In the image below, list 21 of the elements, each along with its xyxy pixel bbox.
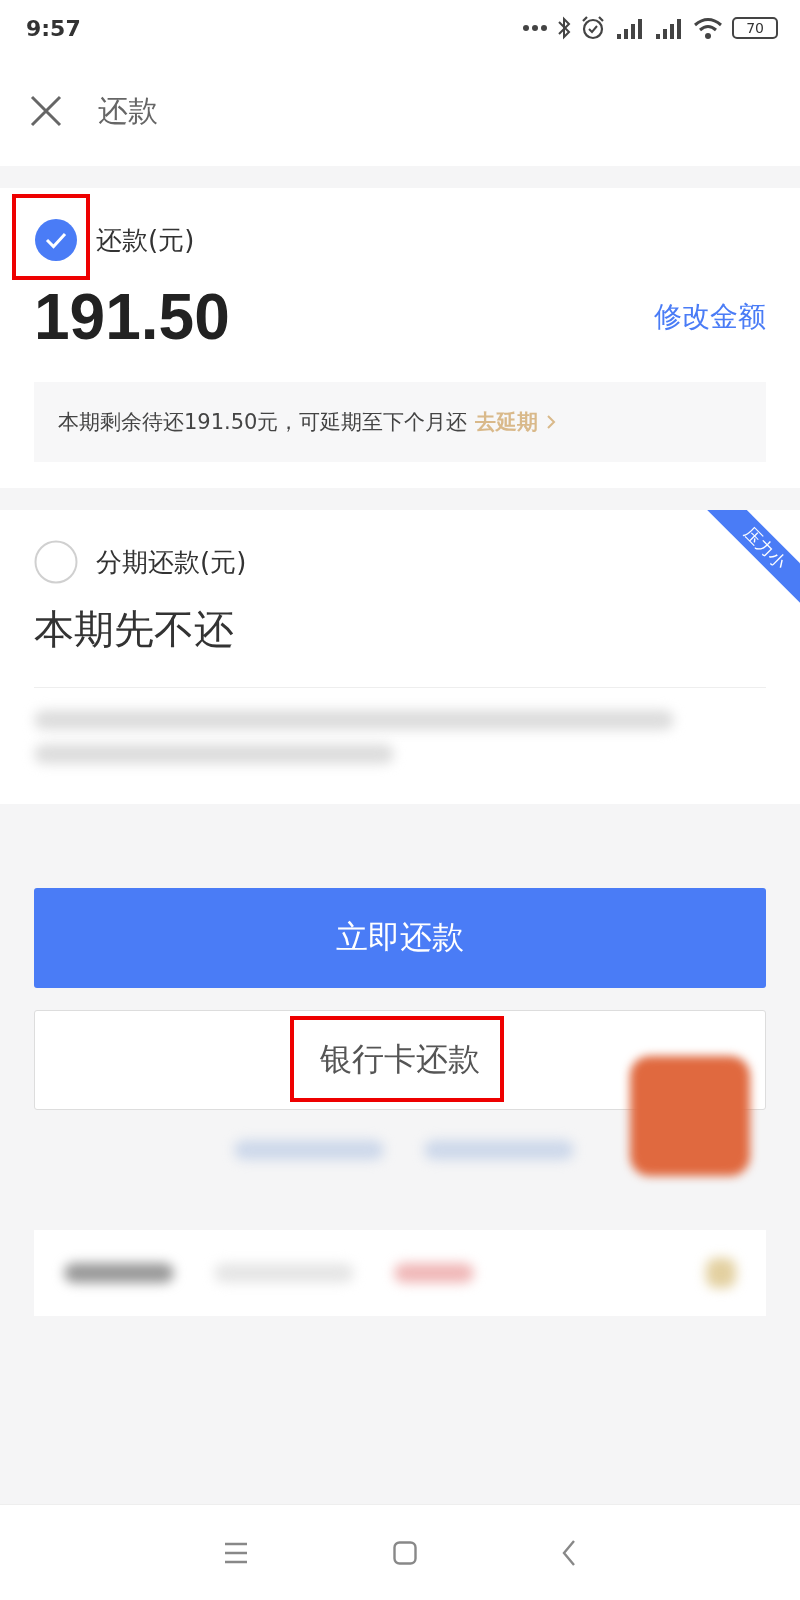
bank-card-button[interactable]: 银行卡还款: [34, 1010, 766, 1110]
amount-text: 191.50: [34, 280, 230, 354]
status-time: 9:57: [26, 15, 81, 41]
battery-level: 70: [732, 17, 778, 39]
option-label: 还款(元): [96, 223, 195, 257]
radio-button[interactable]: [34, 540, 78, 584]
checked-radio[interactable]: [34, 218, 78, 262]
edit-amount-link[interactable]: 修改金额: [654, 298, 766, 336]
notice-text: 本期剩余待还191.50元，可延期至下个月还: [58, 409, 468, 436]
menu-icon[interactable]: [224, 1541, 248, 1564]
more-dots-icon: [522, 24, 549, 32]
option-label: 分期还款(元): [96, 545, 247, 579]
back-icon[interactable]: [562, 1539, 576, 1566]
page-title: 还款: [98, 91, 158, 130]
amount-text: 本期先不还: [34, 605, 234, 654]
close-icon[interactable]: [30, 95, 62, 127]
home-icon[interactable]: [393, 1540, 417, 1565]
chevron-right-icon: [546, 414, 557, 430]
bluetooth-icon: [557, 16, 572, 40]
repay-button[interactable]: 立即还款: [34, 888, 766, 988]
wifi-icon: [693, 16, 724, 40]
